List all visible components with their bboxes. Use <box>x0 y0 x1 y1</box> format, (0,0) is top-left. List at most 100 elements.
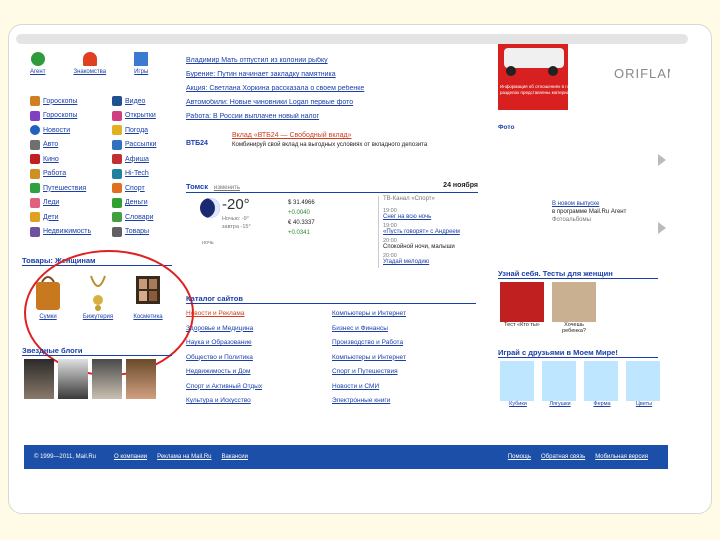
blog-avatar[interactable] <box>126 359 156 399</box>
footer-link[interactable]: Реклама на Mail.Ru <box>157 454 211 460</box>
catalog-link[interactable]: Новости и СМИ <box>332 380 476 395</box>
catalog-link[interactable]: Производство и Работа <box>332 336 476 351</box>
service-link[interactable]: Дети <box>30 210 110 225</box>
vtb-description: Комбинируй свой вклад на выгодных услови… <box>232 142 428 148</box>
service-link[interactable]: Спорт <box>112 181 182 196</box>
news-link[interactable]: Автомобили: Новые чиновники Logan первые… <box>186 99 376 113</box>
catalog-link[interactable]: Культура и Искусство <box>186 394 326 409</box>
heart-icon <box>82 52 97 66</box>
service-link[interactable]: Работа <box>30 167 110 182</box>
footer-link[interactable]: Мобильная версия <box>595 454 648 460</box>
footer-link[interactable]: Помощь <box>508 454 531 460</box>
service-link[interactable]: Гороскопы <box>30 94 110 109</box>
photo-link[interactable]: Фото <box>498 124 514 131</box>
blogs-title[interactable]: Звездные блоги <box>22 346 83 355</box>
service-label: Рассылки <box>125 141 157 149</box>
catalog-link[interactable]: Спорт и Активный Отдых <box>186 380 326 395</box>
tv-program: ТВ-Канал «Спорт» 19:00 Снег на всю ночь … <box>378 196 478 268</box>
tv-channel[interactable]: ТВ-Канал «Спорт» <box>383 196 478 208</box>
weather-temp: -20° <box>222 196 250 213</box>
blog-avatar[interactable] <box>24 359 54 399</box>
ad-brand: ORIFLAME <box>614 66 670 81</box>
tests-title[interactable]: Узнай себя. Тесты для женщин <box>498 269 613 278</box>
weather-now-label: ночь <box>202 240 214 246</box>
service-link[interactable]: Недвижимость <box>30 225 110 240</box>
wheel-icon <box>506 66 516 76</box>
blog-avatar[interactable] <box>92 359 122 399</box>
top-item-dating[interactable]: Знакомства <box>73 52 106 80</box>
news-link[interactable]: Акция: Светлана Хоркина рассказала о сво… <box>186 85 376 99</box>
service-link[interactable]: Деньги <box>112 196 182 211</box>
weather-city[interactable]: Томск <box>186 182 208 191</box>
service-label: Hi-Tech <box>125 170 149 178</box>
footer-link[interactable]: Вакансии <box>222 454 248 460</box>
service-link[interactable]: Кино <box>30 152 110 167</box>
service-link[interactable]: Погода <box>112 123 182 138</box>
tv-show-link[interactable]: Угадай мелодию <box>383 259 478 268</box>
next-arrow-icon[interactable] <box>658 154 666 166</box>
footer-link[interactable]: Обратная связь <box>541 454 585 460</box>
service-link[interactable]: Товары <box>112 225 182 240</box>
top-icon-row: Агент Знакомства Игры <box>30 52 170 80</box>
tv-show-link[interactable]: Спокойной ночи, малыши <box>383 244 478 253</box>
flower-icon <box>626 361 660 401</box>
catalog-link[interactable]: Электронные книги <box>332 394 476 409</box>
service-link[interactable]: Hi-Tech <box>112 167 182 182</box>
video-icon <box>112 96 122 107</box>
game-item[interactable]: Лягушки <box>542 361 578 407</box>
games-title[interactable]: Играй с друзьями в Моем Мире! <box>498 348 618 357</box>
blog-avatar[interactable] <box>58 359 88 399</box>
catalog-link[interactable]: Здоровье и Медицина <box>186 322 326 337</box>
catalog-link[interactable]: Спорт и Путешествия <box>332 365 476 380</box>
service-link[interactable]: Гороскопы <box>30 109 110 124</box>
service-label: Путешествия <box>43 184 87 192</box>
service-link[interactable]: Леди <box>30 196 110 211</box>
top-item-agent[interactable]: Агент <box>30 52 45 80</box>
service-link[interactable]: Словари <box>112 210 182 225</box>
tests-items: Тест «Кто ты» Хочешь ребенка? <box>500 282 596 334</box>
next-arrow-icon[interactable] <box>658 222 666 234</box>
service-link[interactable]: Рассылки <box>112 138 182 153</box>
game-item[interactable]: Кубики <box>500 361 536 407</box>
change-city-link[interactable]: изменить <box>214 185 240 191</box>
news-link[interactable]: Работа: В России выплачен новый налог <box>186 113 376 127</box>
lady-icon <box>30 197 40 208</box>
eur-change: +0.0341 <box>288 230 310 236</box>
hitech-icon <box>112 168 122 179</box>
service-label: Недвижимость <box>43 228 92 236</box>
news-link[interactable]: Бурение: Путин начинает закладку памятни… <box>186 71 376 85</box>
service-label: Гороскопы <box>43 97 78 105</box>
catalog-link[interactable]: Бизнес и Финансы <box>332 322 476 337</box>
test-item[interactable]: Хочешь ребенка? <box>552 282 596 334</box>
service-link[interactable]: Новости <box>30 123 110 138</box>
footer-link[interactable]: О компании <box>114 454 147 460</box>
catalog-link[interactable]: Общество и Политика <box>186 351 326 366</box>
catalog-link[interactable]: Недвижимость и Дом <box>186 365 326 380</box>
blog-photos <box>24 359 156 399</box>
top-item-games[interactable]: Игры <box>134 52 148 80</box>
service-link[interactable]: Видео <box>112 94 182 109</box>
service-link[interactable]: Авто <box>30 138 110 153</box>
tv-show-link[interactable]: Снег на всю ночь <box>383 214 478 223</box>
service-link[interactable]: Путешествия <box>30 181 110 196</box>
service-label: Дети <box>43 213 59 221</box>
vtb-title: Вклад «ВТБ24 — Свободный вклад» <box>232 132 352 139</box>
catalog-link[interactable]: Новости и Реклама <box>186 307 326 322</box>
tv-show-link[interactable]: «Пусть говорят» с Андреем <box>383 229 478 238</box>
game-item[interactable]: Цветы <box>626 361 662 407</box>
test-item[interactable]: Тест «Кто ты» <box>500 282 544 334</box>
service-link[interactable]: Афиша <box>112 152 182 167</box>
catalog-link[interactable]: Наука и Образование <box>186 336 326 351</box>
game-item[interactable]: Ферма <box>584 361 620 407</box>
top-item-label: Знакомства <box>73 69 107 75</box>
catalog-link[interactable]: Компьютеры и Интернет <box>332 307 476 322</box>
catalog-link[interactable]: Компьютеры и Интернет <box>332 351 476 366</box>
oriflame-ad[interactable]: ORIFLAME Информация об отношениях в горо… <box>498 44 670 110</box>
vtb-ad[interactable]: ВТБ24 Вклад «ВТБ24 — Свободный вклад» Ко… <box>186 132 486 156</box>
right-mid-link[interactable]: В новом выпуске <box>552 200 662 208</box>
catalog-title[interactable]: Каталог сайтов <box>186 294 243 303</box>
news-link[interactable]: Владимир Мать отпустил из колонии рыбку <box>186 57 376 71</box>
service-link[interactable]: Открытки <box>112 109 182 124</box>
test-label: Тест «Кто ты» <box>504 322 540 328</box>
right-mid-block: В новом выпуске в программе Mail.Ru Аген… <box>552 200 662 224</box>
